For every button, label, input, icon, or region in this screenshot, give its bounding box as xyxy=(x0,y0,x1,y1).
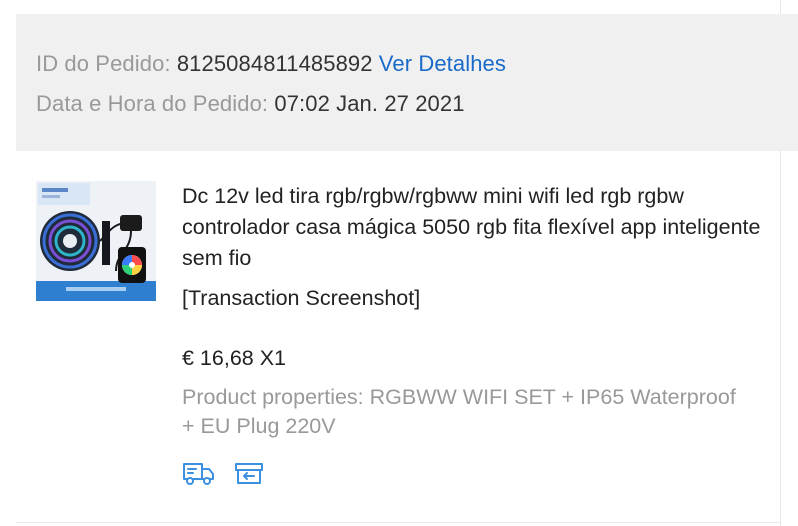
order-datetime-label: Data e Hora do Pedido: xyxy=(36,91,269,116)
top-strip xyxy=(0,0,798,14)
order-id-value: 8125084811485892 xyxy=(176,51,373,76)
led-strip-kit-image xyxy=(36,181,156,301)
order-id-row: ID do Pedido: 8125084811485892 Ver Detal… xyxy=(36,50,506,78)
price-row: € 16,68 X1 xyxy=(182,344,286,372)
order-id-label: ID do Pedido: xyxy=(36,51,171,76)
delivery-truck-icon[interactable] xyxy=(182,458,216,488)
return-box-icon[interactable] xyxy=(232,458,266,488)
order-page: ID do Pedido: 8125084811485892 Ver Detal… xyxy=(0,0,798,526)
order-actions xyxy=(182,458,266,488)
product-quantity: X1 xyxy=(259,346,287,370)
transaction-screenshot-link[interactable]: [Transaction Screenshot] xyxy=(182,284,420,312)
product-price: € 16,68 xyxy=(182,346,254,370)
product-thumbnail[interactable] xyxy=(36,181,156,301)
view-details-link[interactable]: Ver Detalhes xyxy=(379,51,506,76)
order-datetime-value: 07:02 Jan. 27 2021 xyxy=(274,91,465,116)
product-title[interactable]: Dc 12v led tira rgb/rgbw/rgbww mini wifi… xyxy=(182,181,772,274)
order-datetime-row: Data e Hora do Pedido: 07:02 Jan. 27 202… xyxy=(36,90,465,118)
order-header: ID do Pedido: 8125084811485892 Ver Detal… xyxy=(16,14,798,151)
bottom-divider xyxy=(16,522,780,523)
product-properties: Product properties: RGBWW WIFI SET + IP6… xyxy=(182,385,736,438)
